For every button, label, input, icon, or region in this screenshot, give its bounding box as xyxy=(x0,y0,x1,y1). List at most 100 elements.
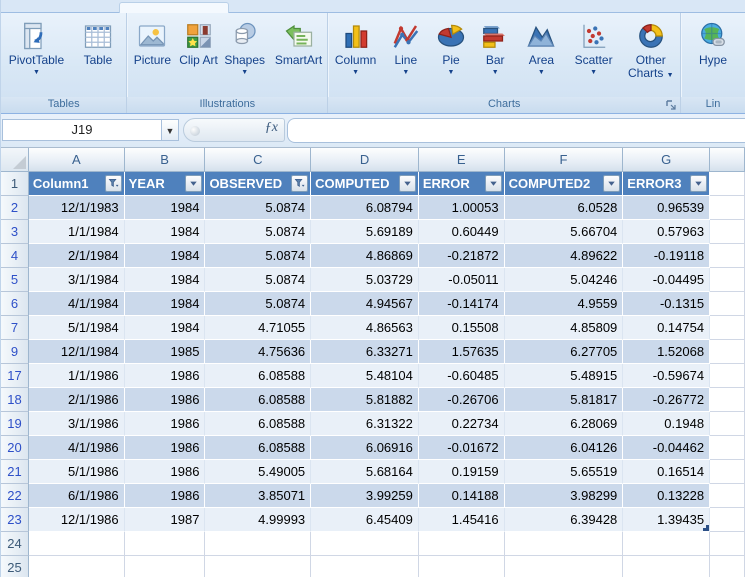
row-header-5[interactable]: 5 xyxy=(1,268,29,292)
row-header-7[interactable]: 7 xyxy=(1,316,29,340)
bar-chart-button[interactable]: Bar ▼ xyxy=(473,15,517,77)
row-header-1[interactable]: 1 xyxy=(1,172,29,196)
cell-F23[interactable]: 6.39428 xyxy=(504,508,624,532)
cell-D5[interactable]: 5.03729 xyxy=(311,268,419,292)
cell-B24[interactable] xyxy=(124,532,206,556)
cell-A25[interactable] xyxy=(28,556,125,577)
cell-G9[interactable]: 1.52068 xyxy=(623,340,711,364)
cell-C18[interactable]: 6.08588 xyxy=(205,388,312,412)
row-header-21[interactable]: 21 xyxy=(1,460,29,484)
cell-F4[interactable]: 4.89622 xyxy=(504,244,624,268)
cell-G25[interactable] xyxy=(623,556,711,577)
cell-A22[interactable]: 6/1/1986 xyxy=(28,484,125,508)
cell-C23[interactable]: 4.99993 xyxy=(205,508,312,532)
cell-F18[interactable]: 5.81817 xyxy=(504,388,624,412)
cell-D3[interactable]: 5.69189 xyxy=(311,220,419,244)
filter-applied-button-observed[interactable] xyxy=(291,175,309,192)
row-header-18[interactable]: 18 xyxy=(1,388,29,412)
cell-G6[interactable]: -0.1315 xyxy=(623,292,711,316)
column-header-D[interactable]: D xyxy=(311,148,419,172)
row-header-9[interactable]: 9 xyxy=(1,340,29,364)
cell-A24[interactable] xyxy=(28,532,125,556)
cell-F2[interactable]: 6.0528 xyxy=(504,196,624,220)
row-header-6[interactable]: 6 xyxy=(1,292,29,316)
cell-E2[interactable]: 1.00053 xyxy=(418,196,505,220)
cell-E23[interactable]: 1.45416 xyxy=(418,508,505,532)
cell-A21[interactable]: 5/1/1986 xyxy=(28,460,125,484)
other-charts-button[interactable]: Other Charts ▼ xyxy=(623,15,679,82)
cell-C20[interactable]: 6.08588 xyxy=(205,436,312,460)
shapes-button[interactable]: Shapes ▼ xyxy=(220,15,270,77)
column-header-G[interactable]: G xyxy=(623,148,711,172)
column-chart-button[interactable]: Column ▼ xyxy=(330,15,382,77)
cell-F17[interactable]: 5.48915 xyxy=(504,364,624,388)
cell-C21[interactable]: 5.49005 xyxy=(205,460,312,484)
row-header-22[interactable]: 22 xyxy=(1,484,29,508)
cell-A4[interactable]: 2/1/1984 xyxy=(28,244,125,268)
cell-D9[interactable]: 6.33271 xyxy=(311,340,419,364)
cell-H-empty[interactable] xyxy=(710,172,745,196)
cell-E3[interactable]: 0.60449 xyxy=(418,220,505,244)
column-header-B[interactable]: B xyxy=(124,148,206,172)
cell-D22[interactable]: 3.99259 xyxy=(311,484,419,508)
charts-dialog-launcher[interactable] xyxy=(665,99,677,111)
cell-A18[interactable]: 2/1/1986 xyxy=(28,388,125,412)
cell-E6[interactable]: -0.14174 xyxy=(418,292,505,316)
select-all-corner[interactable] xyxy=(1,148,29,172)
row-header-17[interactable]: 17 xyxy=(1,364,29,388)
column-header-C[interactable]: C xyxy=(205,148,312,172)
cell-H-empty[interactable] xyxy=(710,268,745,292)
cell-B19[interactable]: 1986 xyxy=(124,412,206,436)
column-header-E[interactable]: E xyxy=(418,148,505,172)
cell-A3[interactable]: 1/1/1984 xyxy=(28,220,125,244)
cell-H-empty[interactable] xyxy=(710,292,745,316)
scatter-chart-button[interactable]: Scatter ▼ xyxy=(566,15,622,77)
insert-function-icon[interactable]: ƒx xyxy=(265,120,278,136)
cell-G4[interactable]: -0.19118 xyxy=(623,244,711,268)
cell-B3[interactable]: 1984 xyxy=(124,220,206,244)
cell-E24[interactable] xyxy=(418,532,505,556)
cell-H-empty[interactable] xyxy=(710,436,745,460)
cell-D20[interactable]: 6.06916 xyxy=(311,436,419,460)
cell-C9[interactable]: 4.75636 xyxy=(205,340,312,364)
line-chart-button[interactable]: Line ▼ xyxy=(383,15,429,77)
cell-D24[interactable] xyxy=(311,532,419,556)
row-header-25[interactable]: 25 xyxy=(1,556,29,577)
cell-B2[interactable]: 1984 xyxy=(124,196,206,220)
cell-D6[interactable]: 4.94567 xyxy=(311,292,419,316)
pivottable-button[interactable]: PivotTable ▼ xyxy=(3,15,69,77)
cell-D18[interactable]: 5.81882 xyxy=(311,388,419,412)
cell-B23[interactable]: 1987 xyxy=(124,508,206,532)
cell-H-empty[interactable] xyxy=(710,484,745,508)
cell-G22[interactable]: 0.13228 xyxy=(623,484,711,508)
cell-B21[interactable]: 1986 xyxy=(124,460,206,484)
cell-D4[interactable]: 4.86869 xyxy=(311,244,419,268)
cell-B4[interactable]: 1984 xyxy=(124,244,206,268)
row-header-3[interactable]: 3 xyxy=(1,220,29,244)
cell-F7[interactable]: 4.85809 xyxy=(504,316,624,340)
cell-F6[interactable]: 4.9559 xyxy=(504,292,624,316)
cell-G17[interactable]: -0.59674 xyxy=(623,364,711,388)
filter-applied-button-column1[interactable] xyxy=(104,175,122,192)
cell-B6[interactable]: 1984 xyxy=(124,292,206,316)
filter-dropdown-button-computed2[interactable] xyxy=(603,175,621,192)
cell-H-empty[interactable] xyxy=(710,316,745,340)
cell-A5[interactable]: 3/1/1984 xyxy=(28,268,125,292)
cell-C22[interactable]: 3.85071 xyxy=(205,484,312,508)
cell-C7[interactable]: 4.71055 xyxy=(205,316,312,340)
hyperlink-button[interactable]: Hype xyxy=(681,15,745,67)
cell-C5[interactable]: 5.0874 xyxy=(205,268,312,292)
filter-dropdown-button-error3[interactable] xyxy=(690,175,708,192)
cell-C17[interactable]: 6.08588 xyxy=(205,364,312,388)
cell-D17[interactable]: 5.48104 xyxy=(311,364,419,388)
cell-D19[interactable]: 6.31322 xyxy=(311,412,419,436)
row-header-20[interactable]: 20 xyxy=(1,436,29,460)
cell-D23[interactable]: 6.45409 xyxy=(311,508,419,532)
cell-H-empty[interactable] xyxy=(710,196,745,220)
cell-H-empty[interactable] xyxy=(710,508,745,532)
cell-H-empty[interactable] xyxy=(710,388,745,412)
cell-F5[interactable]: 5.04246 xyxy=(504,268,624,292)
cell-F25[interactable] xyxy=(504,556,624,577)
table-resize-handle[interactable] xyxy=(703,525,710,531)
pie-chart-button[interactable]: Pie ▼ xyxy=(430,15,472,77)
